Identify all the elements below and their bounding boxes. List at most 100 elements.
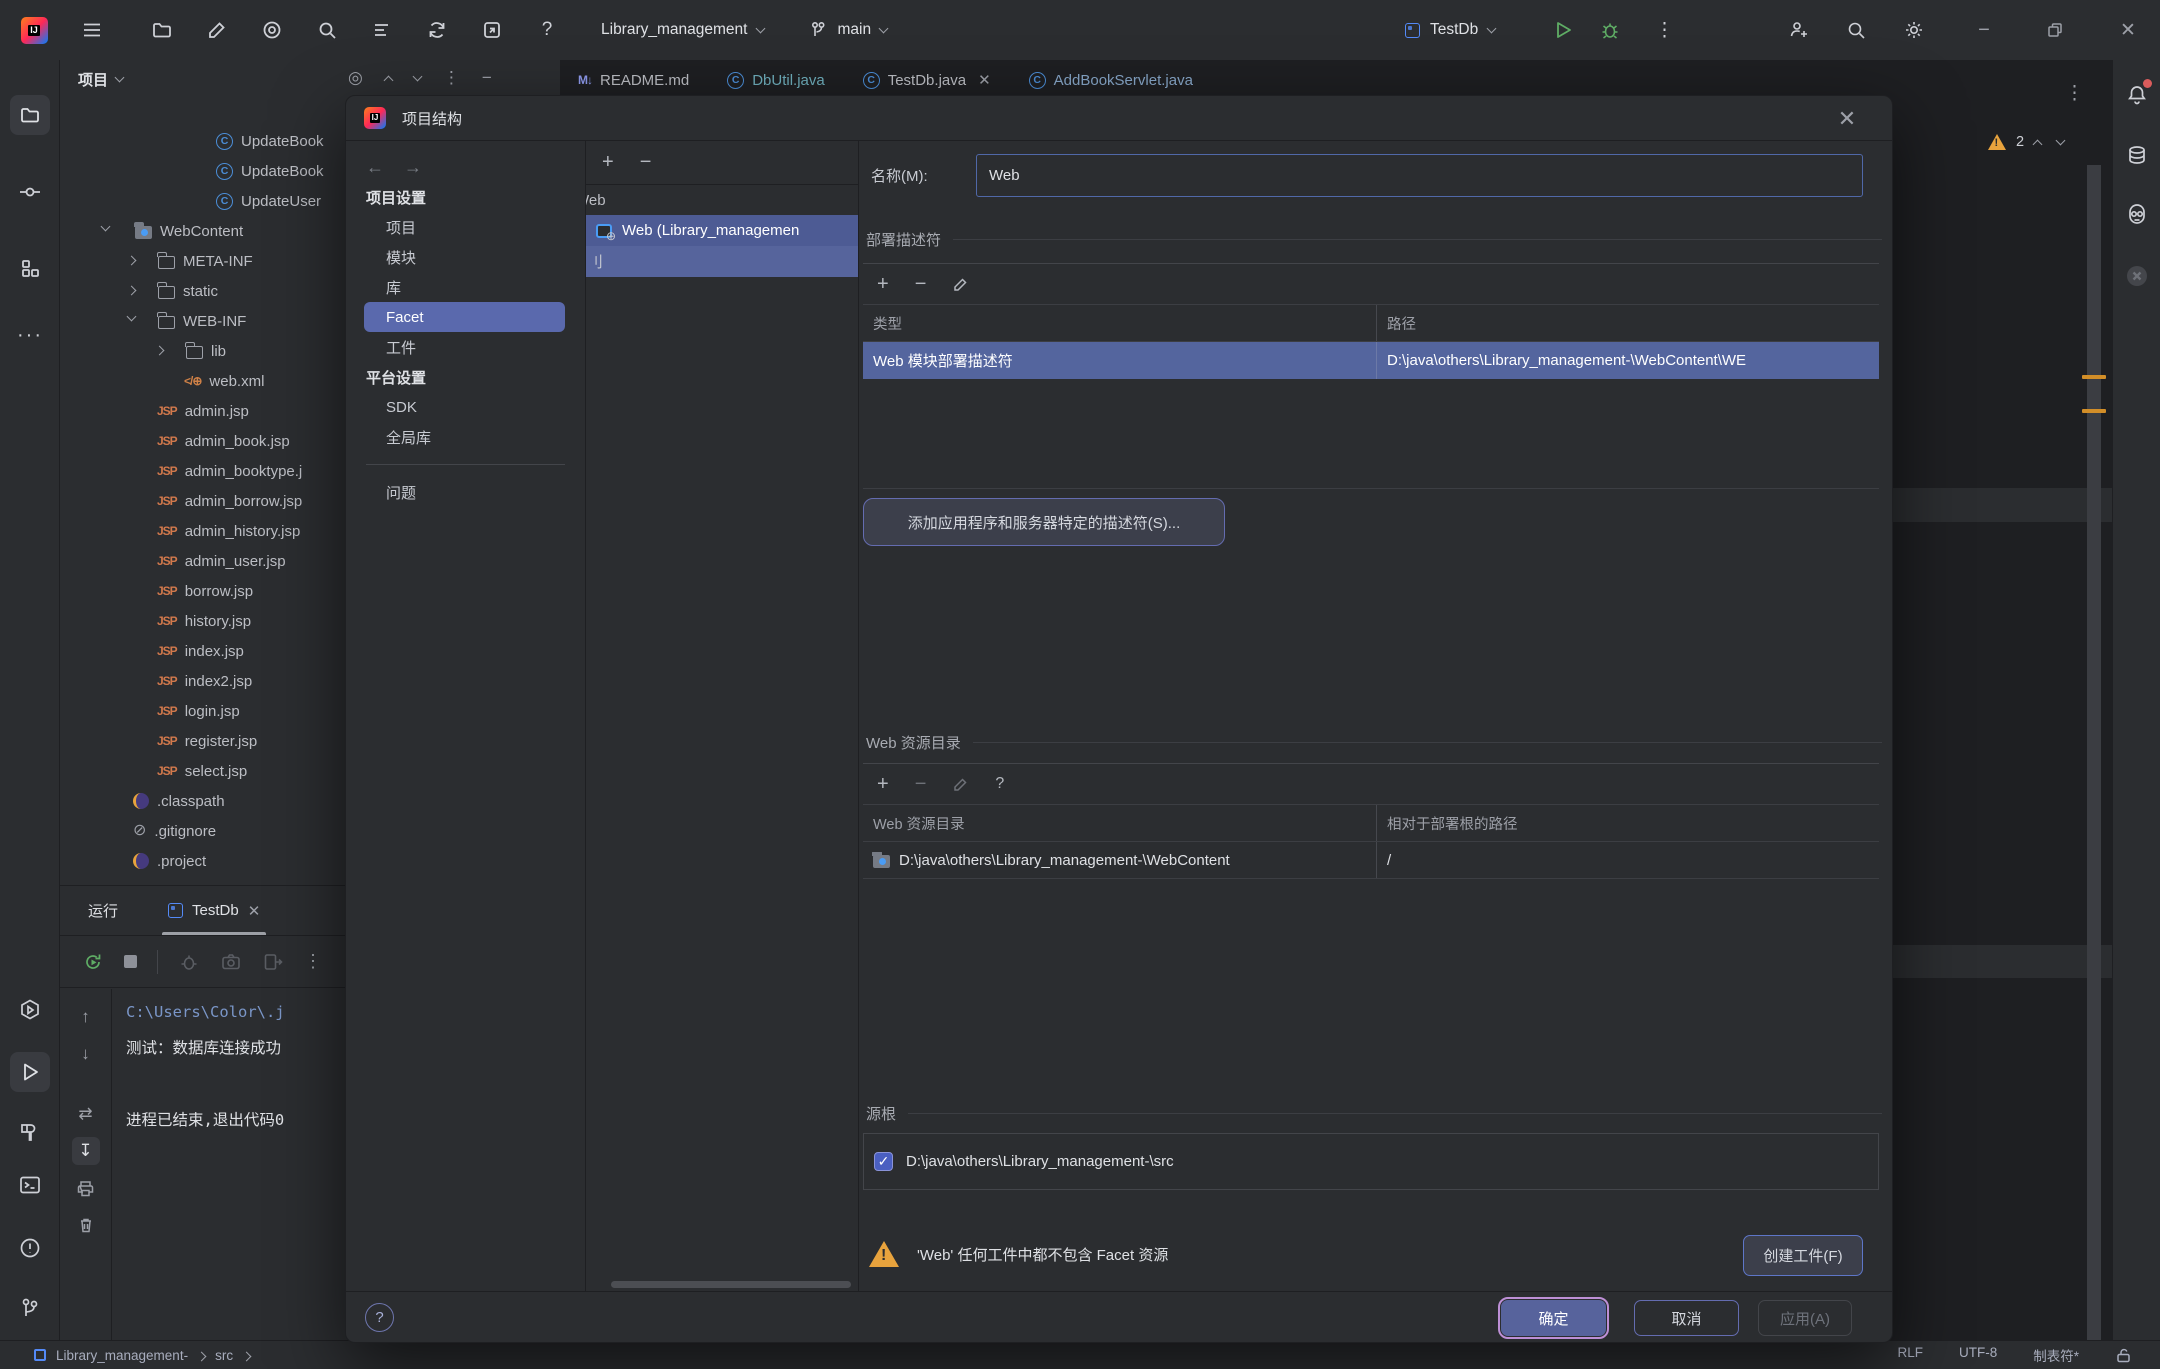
plugin-x-icon[interactable] bbox=[2119, 258, 2155, 294]
editor-tab[interactable]: M↓README.md bbox=[566, 60, 701, 100]
services-tool-button[interactable] bbox=[10, 990, 50, 1030]
add-app-server-descriptor-button[interactable]: 添加应用程序和服务器特定的描述符(S)... bbox=[863, 498, 1225, 546]
nav-item-SDK[interactable]: SDK bbox=[346, 392, 585, 422]
run-tab-testdb[interactable]: TestDb ✕ bbox=[162, 886, 266, 935]
breadcrumb[interactable]: Library_management- src bbox=[34, 1348, 250, 1363]
nav-item-全局库[interactable]: 全局库 bbox=[346, 422, 585, 452]
next-occurrence-icon[interactable]: ↓ bbox=[72, 1040, 100, 1068]
settings-gear-icon[interactable] bbox=[1894, 10, 1934, 50]
run-config-selector[interactable]: TestDb bbox=[1405, 21, 1495, 39]
more-actions-icon[interactable]: ⋮ bbox=[1645, 10, 1685, 50]
status-item[interactable]: 制表符* bbox=[2033, 1345, 2079, 1365]
nav-forward-icon[interactable]: → bbox=[404, 157, 422, 178]
debug-button[interactable] bbox=[1590, 10, 1630, 50]
terminal-tool-button[interactable] bbox=[10, 1165, 50, 1205]
ok-button[interactable]: 确定 bbox=[1501, 1300, 1606, 1336]
close-tab-icon[interactable]: ✕ bbox=[248, 902, 261, 920]
run-tool-button[interactable] bbox=[10, 1052, 50, 1092]
next-warning-icon[interactable] bbox=[2056, 135, 2066, 145]
dialog-title-bar[interactable]: IJ 项目结构 bbox=[346, 96, 1892, 141]
editor-scrollbar[interactable] bbox=[2087, 165, 2101, 1340]
hide-panel-icon[interactable]: − bbox=[482, 68, 492, 88]
hamburger-menu-icon[interactable] bbox=[72, 10, 112, 50]
status-item[interactable]: RLF bbox=[1897, 1345, 1923, 1365]
nav-item-Facet[interactable]: Facet bbox=[364, 302, 565, 332]
editor-tab[interactable]: CAddBookServlet.java bbox=[1017, 60, 1205, 100]
window-restore-button[interactable] bbox=[2035, 10, 2075, 50]
commit-tool-button[interactable] bbox=[10, 172, 50, 212]
column-path[interactable]: 路径 bbox=[1376, 305, 1879, 341]
window-close-button[interactable]: ✕ bbox=[2108, 10, 2148, 50]
search-everywhere-icon[interactable] bbox=[307, 10, 347, 50]
project-tool-button[interactable] bbox=[10, 95, 50, 135]
nav-item-工件[interactable]: 工件 bbox=[346, 332, 585, 362]
notifications-bell-icon[interactable] bbox=[2119, 77, 2155, 113]
prev-occurrence-icon[interactable]: ↑ bbox=[72, 1003, 100, 1031]
database-tool-button[interactable] bbox=[2119, 138, 2155, 174]
tree-chevron-icon[interactable] bbox=[127, 256, 137, 266]
facet-name-input[interactable]: Web bbox=[976, 154, 1863, 197]
status-item[interactable]: UTF-8 bbox=[1959, 1345, 1997, 1365]
search-icon[interactable] bbox=[1836, 10, 1876, 50]
remove-facet-icon[interactable]: − bbox=[640, 151, 652, 174]
tree-chevron-icon[interactable] bbox=[127, 286, 137, 296]
column-type[interactable]: 类型 bbox=[863, 313, 1376, 334]
window-minimize-button[interactable]: − bbox=[1964, 10, 2004, 50]
tree-chevron-icon[interactable] bbox=[155, 346, 165, 356]
nav-item-库[interactable]: 库 bbox=[346, 272, 585, 302]
problems-tool-button[interactable] bbox=[10, 1228, 50, 1268]
warning-stripe-mark[interactable] bbox=[2082, 409, 2106, 413]
source-root-checkbox[interactable]: ✓ bbox=[874, 1152, 893, 1171]
expand-all-icon[interactable] bbox=[383, 75, 393, 85]
close-tab-icon[interactable]: ✕ bbox=[978, 71, 991, 89]
nav-item-项目[interactable]: 项目 bbox=[346, 212, 585, 242]
create-artifact-button[interactable]: 创建工件(F) bbox=[1743, 1235, 1863, 1276]
more-tools-button[interactable]: ··· bbox=[10, 315, 50, 355]
remove-descriptor-icon[interactable]: − bbox=[915, 273, 927, 296]
collapse-all-icon[interactable] bbox=[412, 71, 422, 81]
panel-options-icon[interactable]: ⋮ bbox=[443, 68, 460, 88]
apply-button[interactable]: 应用(A) bbox=[1758, 1300, 1852, 1336]
cancel-button[interactable]: 取消 bbox=[1634, 1300, 1739, 1336]
editor-tab[interactable]: CTestDb.java✕ bbox=[851, 60, 1003, 100]
editor-more-icon[interactable]: ⋮ bbox=[2065, 82, 2085, 105]
column-resource-dir[interactable]: Web 资源目录 bbox=[863, 813, 1376, 834]
tree-chevron-icon[interactable] bbox=[101, 222, 111, 232]
source-root-row[interactable]: ✓ D:\java\others\Library_management-\src bbox=[863, 1133, 1879, 1190]
rerun-button[interactable] bbox=[82, 951, 104, 973]
project-panel-title[interactable]: 项目 bbox=[78, 69, 108, 90]
horizontal-scrollbar-thumb[interactable] bbox=[611, 1281, 851, 1288]
print-icon[interactable] bbox=[72, 1174, 100, 1202]
run-anything-icon[interactable] bbox=[472, 10, 512, 50]
build-tool-button[interactable] bbox=[10, 1112, 50, 1152]
dialog-help-icon[interactable]: ? bbox=[365, 1303, 394, 1332]
resource-help-icon[interactable]: ? bbox=[995, 775, 1004, 793]
run-button[interactable] bbox=[1543, 10, 1583, 50]
editor-tab[interactable]: CDbUtil.java bbox=[715, 60, 837, 100]
column-relative-path[interactable]: 相对于部署根的路径 bbox=[1376, 805, 1879, 841]
soft-wrap-icon[interactable]: ⇄ bbox=[72, 1100, 100, 1128]
ai-assistant-tool-button[interactable] bbox=[2119, 198, 2155, 234]
git-tool-button[interactable] bbox=[10, 1288, 50, 1328]
locate-file-icon[interactable]: ◎ bbox=[348, 68, 363, 88]
nav-item-模块[interactable]: 模块 bbox=[346, 242, 585, 272]
stop-button[interactable] bbox=[124, 955, 137, 968]
nav-item-问题[interactable]: 问题 bbox=[346, 477, 585, 507]
branch-selector[interactable]: main bbox=[808, 20, 887, 40]
unlock-icon[interactable] bbox=[2115, 1347, 2132, 1364]
run-more-options-icon[interactable]: ⋮ bbox=[304, 951, 322, 972]
facet-list-item-selected[interactable]: Web (Library_managemen bbox=[586, 215, 858, 246]
tree-chevron-icon[interactable] bbox=[127, 312, 137, 322]
sync-icon[interactable] bbox=[417, 10, 457, 50]
lines-menu-icon[interactable] bbox=[362, 10, 402, 50]
code-with-me-icon[interactable] bbox=[1778, 10, 1818, 50]
add-descriptor-icon[interactable]: + bbox=[877, 273, 889, 296]
prev-warning-icon[interactable] bbox=[2033, 140, 2043, 150]
warning-stripe-mark[interactable] bbox=[2082, 375, 2106, 379]
project-selector[interactable]: Library_management bbox=[601, 21, 764, 39]
add-facet-icon[interactable]: + bbox=[602, 151, 614, 174]
project-widget-icon[interactable] bbox=[142, 10, 182, 50]
structure-tool-button[interactable] bbox=[10, 248, 50, 288]
web-resource-row[interactable]: D:\java\others\Library_management-\WebCo… bbox=[863, 842, 1879, 879]
deploy-descriptor-row[interactable]: Web 模块部署描述符 D:\java\others\Library_manag… bbox=[863, 342, 1879, 379]
